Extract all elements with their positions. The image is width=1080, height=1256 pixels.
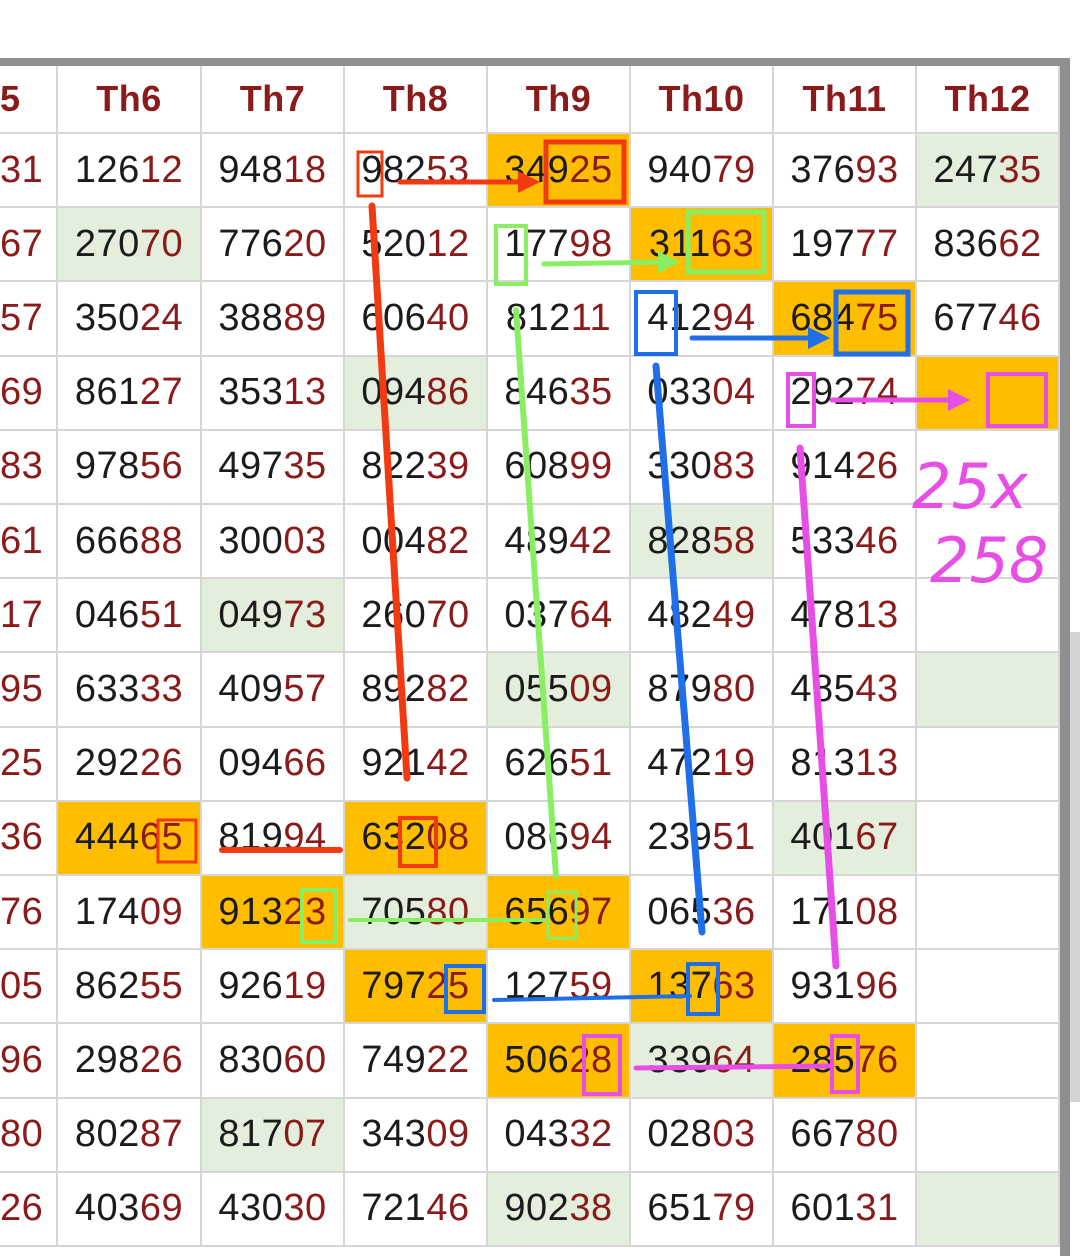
highlight-box bbox=[543, 139, 627, 205]
trace-line bbox=[513, 307, 559, 879]
arrow-head bbox=[658, 251, 680, 273]
annotation-overlay: 25x258 bbox=[156, 139, 1048, 1096]
highlight-box bbox=[356, 150, 384, 198]
highlight-box bbox=[786, 372, 816, 428]
highlight-box bbox=[830, 1034, 860, 1094]
highlight-box bbox=[156, 818, 198, 864]
trace-line bbox=[796, 444, 840, 970]
highlight-box bbox=[444, 964, 486, 1014]
highlight-box bbox=[833, 289, 911, 357]
highlight-box bbox=[634, 290, 678, 356]
trace-line bbox=[492, 994, 692, 1002]
handwritten-note-line2: 258 bbox=[930, 524, 1048, 597]
highlight-box bbox=[546, 890, 578, 940]
trace-line bbox=[652, 362, 706, 936]
highlight-box bbox=[686, 962, 720, 1016]
highlight-box bbox=[986, 372, 1048, 428]
highlight-box bbox=[300, 888, 338, 944]
highlight-box bbox=[582, 1034, 622, 1096]
handwritten-note-line1: 25x bbox=[912, 450, 1029, 523]
arrow-head bbox=[808, 327, 830, 349]
trace-line bbox=[368, 202, 411, 782]
arrow-head bbox=[518, 171, 540, 193]
trace-line bbox=[633, 1063, 835, 1071]
highlight-box bbox=[494, 224, 528, 286]
highlight-box bbox=[685, 209, 767, 275]
arrow-head bbox=[948, 389, 970, 411]
highlight-box bbox=[398, 816, 438, 868]
trace-line bbox=[541, 259, 669, 267]
